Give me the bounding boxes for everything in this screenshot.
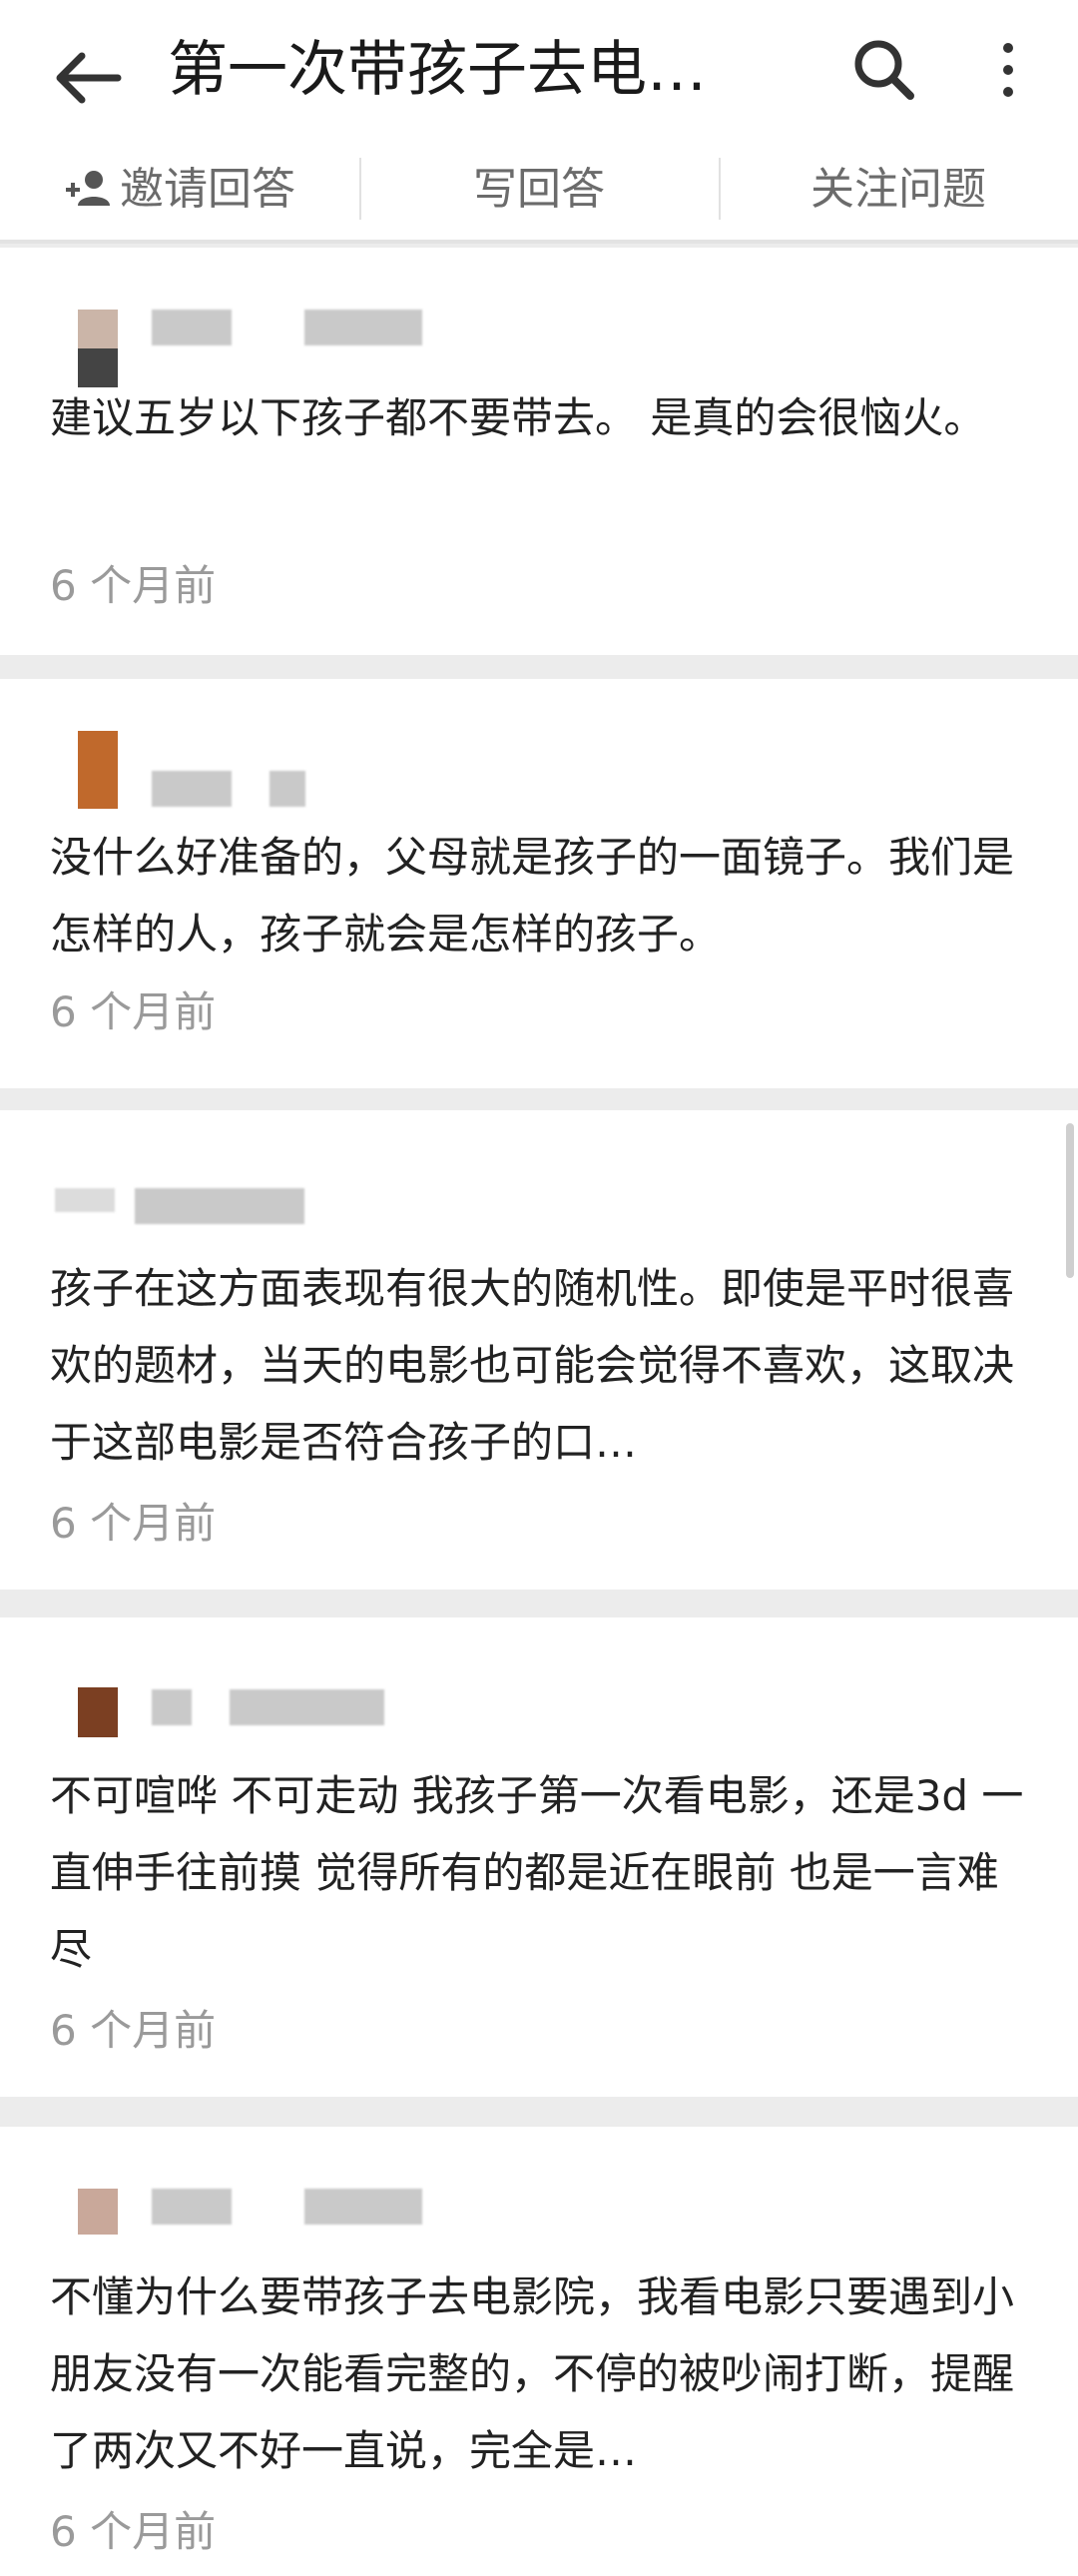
avatar[interactable] — [78, 2189, 118, 2235]
username-blurred — [152, 310, 232, 345]
back-arrow-icon[interactable] — [48, 38, 128, 118]
search-icon[interactable] — [844, 30, 924, 110]
question-actions: 邀请回答 写回答 关注问题 — [0, 140, 1078, 244]
invite-answer-button[interactable]: 邀请回答 — [0, 140, 359, 240]
user-info-blurred — [304, 2189, 422, 2225]
user-info-blurred — [270, 771, 305, 807]
more-options-icon[interactable] — [978, 30, 1038, 110]
follow-question-button[interactable]: 关注问题 — [719, 140, 1078, 240]
comment-text: 不懂为什么要带孩子去电影院，我看电影只要遇到小朋友没有一次能看完整的，不停的被吵… — [50, 2272, 1015, 2475]
invite-answer-label: 邀请回答 — [120, 164, 295, 215]
user-info-blurred — [304, 310, 422, 345]
comment-time: 6 个月前 — [50, 2006, 217, 2055]
comment-card[interactable]: 孩子在这方面表现有很大的随机性。即使是平时很喜欢的题材，当天的电影也可能会觉得不… — [0, 1110, 1078, 1590]
top-bar: 第一次带孩子去电… — [0, 0, 1078, 140]
avatar[interactable] — [78, 310, 118, 387]
comment-text: 没什么好准备的，父母就是孩子的一面镜子。我们是怎样的人，孩子就会是怎样的孩子。 — [50, 833, 1015, 959]
avatar[interactable] — [78, 731, 118, 809]
comment-time: 6 个月前 — [50, 2507, 217, 2556]
comment-text: 建议五岁以下孩子都不要带去。 是真的会很恼火。 — [50, 393, 986, 442]
avatar-blurred — [55, 1188, 115, 1212]
comment-text: 不可喧哗 不可走动 我孩子第一次看电影，还是3d 一直伸手往前摸 觉得所有的都是… — [50, 1771, 1024, 1974]
write-answer-button[interactable]: 写回答 — [359, 140, 719, 240]
scrollbar[interactable] — [1066, 1123, 1074, 1278]
comment-card[interactable]: 建议五岁以下孩子都不要带去。 是真的会很恼火。 6 个月前 — [0, 248, 1078, 655]
comment-time: 6 个月前 — [50, 987, 217, 1036]
user-info-blurred — [230, 1689, 384, 1725]
comment-card[interactable]: 不可喧哗 不可走动 我孩子第一次看电影，还是3d 一直伸手往前摸 觉得所有的都是… — [0, 1617, 1078, 2097]
comment-time: 6 个月前 — [50, 1499, 217, 1548]
comment-card[interactable]: 没什么好准备的，父母就是孩子的一面镜子。我们是怎样的人，孩子就会是怎样的孩子。 … — [0, 679, 1078, 1088]
comment-card[interactable]: 不懂为什么要带孩子去电影院，我看电影只要遇到小朋友没有一次能看完整的，不停的被吵… — [0, 2127, 1078, 2576]
username-blurred — [152, 2189, 232, 2225]
username-blurred — [135, 1188, 304, 1224]
username-blurred — [152, 771, 232, 807]
comment-time: 6 个月前 — [50, 561, 217, 610]
page-title: 第一次带孩子去电… — [168, 35, 707, 105]
add-person-icon — [66, 171, 110, 206]
avatar[interactable] — [78, 1687, 118, 1737]
comment-text: 孩子在这方面表现有很大的随机性。即使是平时很喜欢的题材，当天的电影也可能会觉得不… — [50, 1264, 1015, 1467]
username-blurred — [152, 1689, 192, 1725]
